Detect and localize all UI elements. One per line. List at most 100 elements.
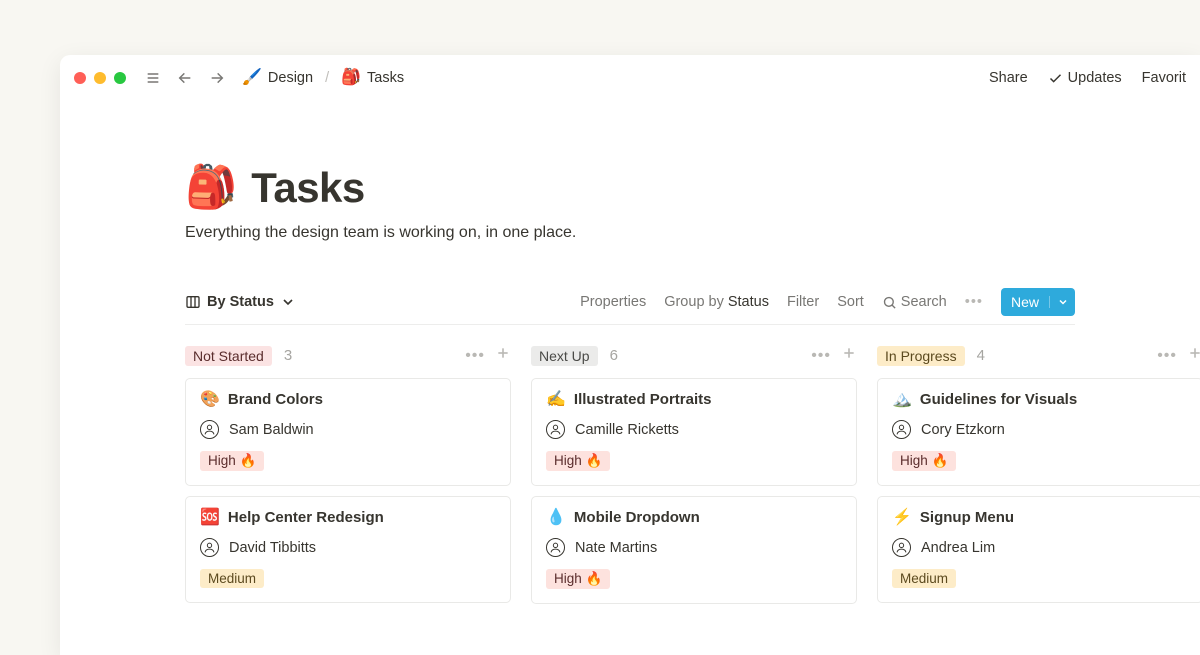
card-title: Signup Menu <box>920 509 1014 526</box>
share-button[interactable]: Share <box>989 70 1028 86</box>
filter-button[interactable]: Filter <box>787 294 819 310</box>
board-icon <box>185 294 201 310</box>
breadcrumb-label: Tasks <box>367 70 404 86</box>
top-actions: Share Updates Favorit <box>989 70 1186 86</box>
group-by-button[interactable]: Group by Status <box>664 294 769 310</box>
avatar <box>200 538 219 557</box>
priority-tag: High 🔥 <box>200 451 264 471</box>
task-card[interactable]: ⚡ Signup Menu Andrea Lim Medium <box>877 496 1200 603</box>
close-window-icon[interactable] <box>74 72 86 84</box>
card-assignee: Camille Ricketts <box>546 420 842 439</box>
column-more-icon[interactable]: ••• <box>1157 347 1177 365</box>
column-header: In Progress 4 ••• <box>877 345 1200 366</box>
priority-tag: Medium <box>892 569 956 588</box>
task-card[interactable]: 🎨Brand ColorsSam BaldwinHigh 🔥 <box>185 378 511 486</box>
view-bar: By Status Properties Group by Status Fil… <box>185 288 1075 325</box>
maximize-window-icon[interactable] <box>114 72 126 84</box>
avatar <box>892 420 911 439</box>
nav-forward-icon[interactable] <box>206 67 228 89</box>
avatar <box>892 538 911 557</box>
breadcrumb: 🖌️ Design / 🎒 Tasks <box>238 67 408 89</box>
view-tab-label: By Status <box>207 294 274 310</box>
assignee-name: Sam Baldwin <box>229 422 314 438</box>
card-title: Illustrated Portraits <box>574 391 712 408</box>
column-add-icon[interactable] <box>841 345 857 366</box>
updates-button[interactable]: Updates <box>1048 70 1122 86</box>
card-title: Mobile Dropdown <box>574 509 700 526</box>
breadcrumb-item-design[interactable]: 🖌️ Design <box>238 67 317 89</box>
breadcrumb-separator: / <box>325 70 329 86</box>
column-count: 3 <box>284 347 292 364</box>
properties-button[interactable]: Properties <box>580 294 646 310</box>
new-button-dropdown[interactable] <box>1049 296 1075 308</box>
status-pill[interactable]: Next Up <box>531 346 598 366</box>
assignee-name: Andrea Lim <box>921 540 995 556</box>
avatar <box>546 420 565 439</box>
page-title-row: 🎒 Tasks <box>185 163 1075 212</box>
sort-button[interactable]: Sort <box>837 294 864 310</box>
card-icon: 🏔️ <box>892 392 912 408</box>
card-assignee: Cory Etzkorn <box>892 420 1188 439</box>
priority-tag: High 🔥 <box>892 451 956 471</box>
search-button[interactable]: Search <box>882 294 947 310</box>
kanban-board: Not Started3•••🎨Brand ColorsSam BaldwinH… <box>185 345 1075 614</box>
task-card[interactable]: ✍️ Illustrated Portraits Camille Ricketts H… <box>531 378 857 486</box>
board-column: In Progress 4 ••• 🏔️ Guidelines for Visuals C… <box>877 345 1200 614</box>
sidebar-toggle-icon[interactable] <box>142 67 164 89</box>
page-description[interactable]: Everything the design team is working on… <box>185 224 1075 242</box>
page-body: 🎒 Tasks Everything the design team is wo… <box>60 101 1200 614</box>
favorite-button[interactable]: Favorit <box>1142 70 1186 86</box>
nav-back-icon[interactable] <box>174 67 196 89</box>
task-card[interactable]: 💧 Mobile Dropdown Nate Martins High 🔥 <box>531 496 857 604</box>
updates-label: Updates <box>1068 70 1122 86</box>
column-count: 4 <box>977 347 985 364</box>
page-title[interactable]: Tasks <box>251 164 364 212</box>
board-column: Not Started3•••🎨Brand ColorsSam BaldwinH… <box>185 345 511 614</box>
task-card[interactable]: 🏔️ Guidelines for Visuals Cory Etzkorn High… <box>877 378 1200 486</box>
card-assignee: Andrea Lim <box>892 538 1188 557</box>
card-assignee: Nate Martins <box>546 538 842 557</box>
page-icon[interactable]: 🎒 <box>185 163 237 212</box>
assignee-name: Camille Ricketts <box>575 422 679 438</box>
column-more-icon[interactable]: ••• <box>465 347 485 365</box>
column-count: 6 <box>610 347 618 364</box>
top-bar: 🖌️ Design / 🎒 Tasks Share Updates Favori… <box>60 55 1200 101</box>
column-add-icon[interactable] <box>1187 345 1200 366</box>
task-card[interactable]: 🆘Help Center RedesignDavid TibbittsMediu… <box>185 496 511 603</box>
minimize-window-icon[interactable] <box>94 72 106 84</box>
card-icon: 💧 <box>546 510 566 526</box>
new-button-label: New <box>1001 294 1049 310</box>
column-add-icon[interactable] <box>495 345 511 366</box>
backpack-icon: 🎒 <box>341 70 361 86</box>
check-icon <box>1048 71 1063 86</box>
more-options-icon[interactable]: ••• <box>965 294 983 310</box>
status-pill[interactable]: In Progress <box>877 346 965 366</box>
card-icon: ⚡ <box>892 510 912 526</box>
column-more-icon[interactable]: ••• <box>811 347 831 365</box>
board-column: Next Up 6 ••• ✍️ Illustrated Portraits Camill… <box>531 345 857 614</box>
card-icon: 🆘 <box>200 510 220 526</box>
card-title: Help Center Redesign <box>228 509 384 526</box>
breadcrumb-item-tasks[interactable]: 🎒 Tasks <box>337 67 408 89</box>
column-header: Next Up 6 ••• <box>531 345 857 366</box>
card-assignee: Sam Baldwin <box>200 420 496 439</box>
search-label: Search <box>901 294 947 310</box>
app-window: 🖌️ Design / 🎒 Tasks Share Updates Favori… <box>60 55 1200 655</box>
new-button[interactable]: New <box>1001 288 1075 316</box>
window-controls <box>74 72 126 84</box>
card-title: Guidelines for Visuals <box>920 391 1077 408</box>
chevron-down-icon <box>280 294 296 310</box>
view-tab-by-status[interactable]: By Status <box>185 294 296 310</box>
priority-tag: High 🔥 <box>546 569 610 589</box>
group-by-prefix: Group by <box>664 294 724 310</box>
card-title: Brand Colors <box>228 391 323 408</box>
avatar <box>546 538 565 557</box>
paintbrush-icon: 🖌️ <box>242 70 262 86</box>
chevron-down-icon <box>1057 296 1069 308</box>
card-icon: ✍️ <box>546 392 566 408</box>
assignee-name: Nate Martins <box>575 540 657 556</box>
assignee-name: David Tibbitts <box>229 540 316 556</box>
breadcrumb-label: Design <box>268 70 313 86</box>
priority-tag: High 🔥 <box>546 451 610 471</box>
status-pill[interactable]: Not Started <box>185 346 272 366</box>
